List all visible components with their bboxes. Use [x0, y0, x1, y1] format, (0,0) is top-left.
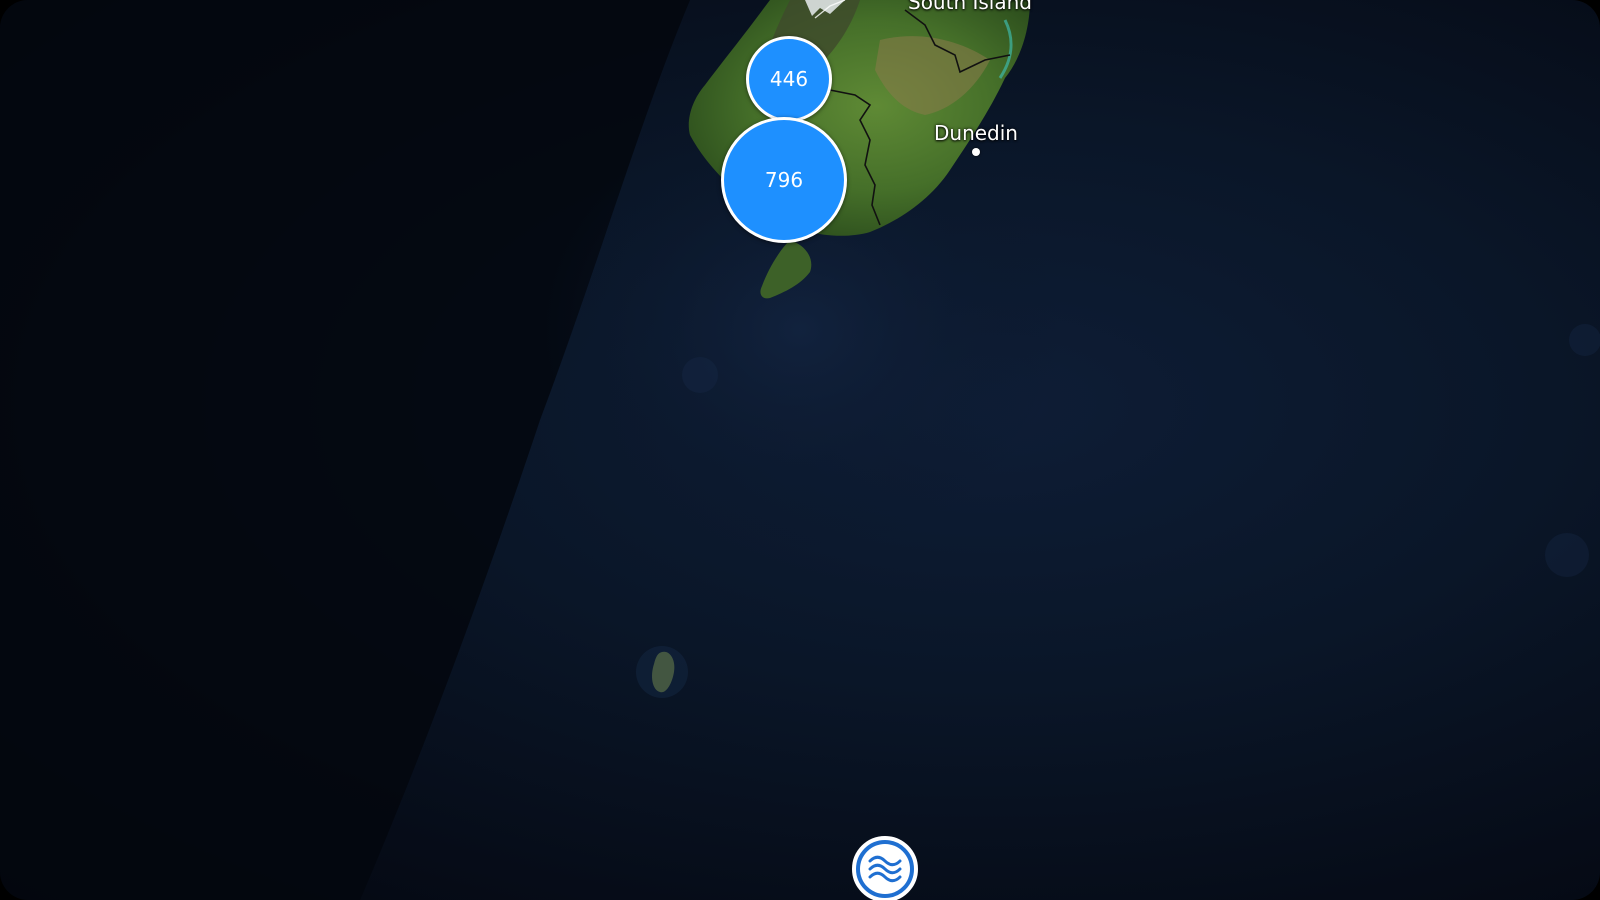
island-glow-4: [1569, 324, 1600, 356]
island-glow-2: [682, 357, 718, 393]
map-view[interactable]: South Island Dunedin 446 796: [0, 0, 1600, 900]
cluster-count: 796: [764, 168, 804, 192]
pin-inner: [860, 844, 910, 894]
city-label: Dunedin: [934, 121, 1018, 145]
location-pin[interactable]: [852, 836, 918, 900]
cluster-count: 446: [769, 67, 809, 91]
island-glow-1: [636, 646, 688, 698]
island-glow-3: [1545, 533, 1589, 577]
region-label: South Island: [908, 0, 1032, 14]
cluster-marker[interactable]: 446: [746, 36, 832, 122]
cluster-marker[interactable]: 796: [721, 117, 847, 243]
city-marker-dot[interactable]: [972, 148, 980, 156]
waves-icon: [868, 855, 902, 883]
